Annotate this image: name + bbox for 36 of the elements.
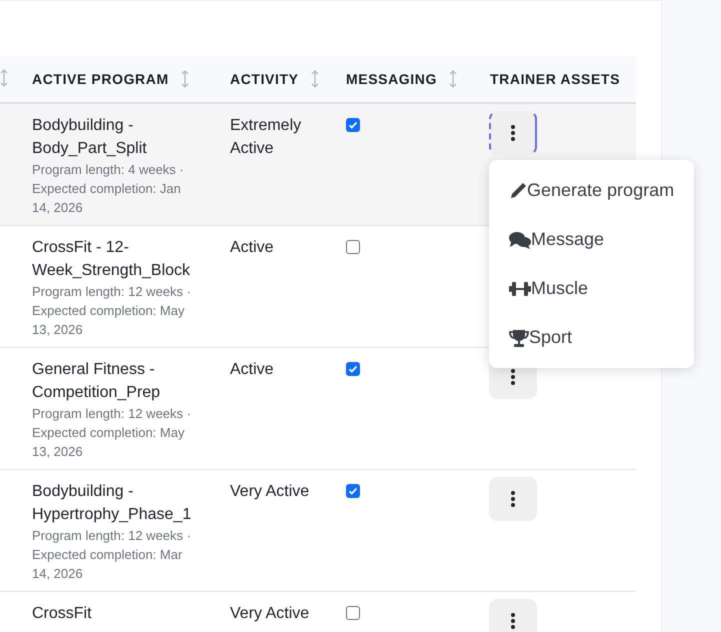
menu-item[interactable]: Generate program [489, 166, 694, 215]
messaging-checkbox[interactable] [346, 362, 360, 376]
menu-item[interactable]: Muscle [489, 264, 694, 313]
column-header[interactable]: ACTIVE PROGRAM [18, 56, 216, 103]
program-name: CrossFit [32, 604, 93, 624]
messaging-checkbox[interactable] [346, 484, 360, 498]
activity-level: Very Active [230, 604, 310, 624]
activity-level: Active [230, 360, 275, 380]
messaging-checkbox[interactable] [346, 240, 360, 254]
messaging-checkbox[interactable] [346, 118, 360, 132]
more-icon [511, 369, 515, 385]
program-name: General Fitness - Competition_Prep [32, 360, 162, 403]
more-icon [511, 613, 515, 629]
menu-item[interactable]: Message [489, 215, 694, 264]
more-button[interactable] [489, 599, 537, 632]
column-header[interactable]: ACTIVITY [216, 56, 332, 103]
program-name: CrossFit - 12-Week_Strength_Block [32, 238, 192, 281]
program-details: Program length: 12 weeks · Expected completion: Mar 14, 2026 [32, 527, 192, 583]
trophy-icon [509, 328, 529, 346]
program-details: Program length: 12 weeks · Expected completion: May 13, 2026 [32, 405, 192, 461]
column-header[interactable]: TRAINER ASSETS [476, 56, 636, 103]
activity-level: Active [230, 238, 275, 258]
more-icon [511, 125, 515, 141]
pencil-icon [509, 182, 527, 200]
chat-bubbles-icon [509, 230, 531, 248]
program-name: Bodybuilding - Hypertrophy_Phase_1 [32, 482, 192, 525]
messaging-checkbox[interactable] [346, 606, 360, 620]
menu-item[interactable]: Sport [489, 313, 694, 362]
more-icon [511, 491, 515, 507]
program-details: Program length: 4 weeks · Expected completion: Jan 14, 2026 [32, 161, 185, 217]
column-header[interactable]: MESSAGING [332, 56, 476, 103]
activity-level: Very Active [230, 482, 310, 502]
dumbbell-icon [509, 280, 531, 296]
activity-level: Extremely Active [230, 116, 302, 159]
program-name: Bodybuilding - Body_Part_Split [32, 116, 148, 159]
program-details: Program length: 12 weeks · Expected completion: May 13, 2026 [32, 283, 192, 339]
